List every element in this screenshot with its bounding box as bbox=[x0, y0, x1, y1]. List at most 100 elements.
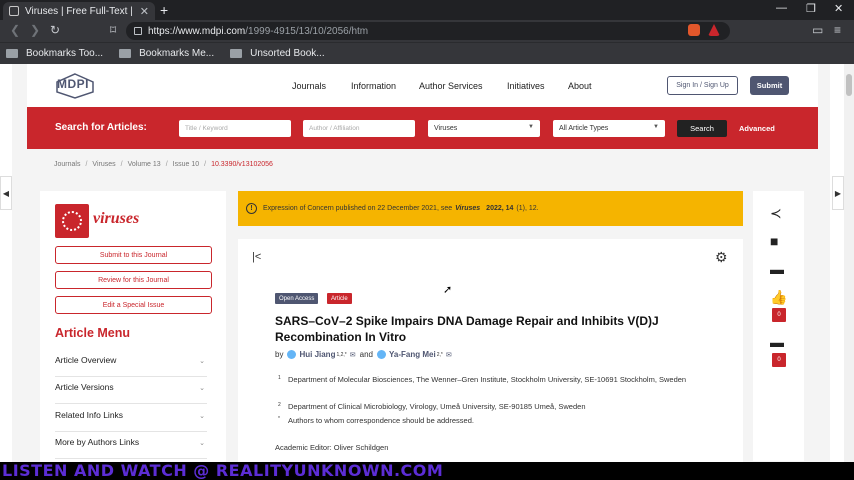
comment-icon[interactable]: ▬ bbox=[770, 261, 784, 277]
author-2[interactable]: Ya-Fang Mei bbox=[389, 350, 436, 359]
advanced-search-link[interactable]: Advanced bbox=[739, 124, 775, 133]
menu-related-info-links[interactable]: Related Info Links ⌄ bbox=[55, 410, 207, 432]
alert-ref[interactable]: 2022, 14 bbox=[486, 205, 513, 212]
reload-icon[interactable]: ↻ bbox=[50, 23, 60, 37]
academic-editor: Academic Editor: Oliver Schildgen bbox=[275, 443, 389, 452]
author-line: by Hui Jiang 1,2,* ✉ and Ya-Fang Mei 2,*… bbox=[275, 350, 452, 359]
review-for-journal-button[interactable]: Review for this Journal bbox=[55, 271, 212, 289]
left-arrow-icon[interactable]: ◀ bbox=[0, 176, 12, 210]
url-host: https://www.mdpi.com bbox=[148, 25, 246, 37]
tab-close-icon[interactable]: ✕ bbox=[140, 5, 149, 18]
breadcrumb-issue[interactable]: Issue 10 bbox=[173, 161, 199, 168]
nav-information[interactable]: Information bbox=[351, 81, 396, 91]
email-icon[interactable]: ✉ bbox=[350, 351, 356, 359]
web-page: ◀ ▶ MDPI Journals Information Author Ser… bbox=[0, 64, 854, 462]
minimize-icon[interactable]: — bbox=[776, 2, 787, 14]
email-icon[interactable]: ✉ bbox=[446, 351, 452, 359]
wallet-icon[interactable]: ▭ bbox=[812, 23, 823, 37]
back-icon[interactable]: ❮ bbox=[10, 23, 20, 37]
author-affiliation-input[interactable]: Author / Affiliation bbox=[303, 120, 415, 137]
breadcrumb-viruses[interactable]: Viruses bbox=[92, 161, 115, 168]
folder-icon bbox=[6, 49, 18, 58]
bookmark-folder[interactable]: Bookmarks Me... bbox=[119, 48, 214, 59]
gear-icon[interactable]: ⚙ bbox=[715, 249, 728, 266]
restore-icon[interactable]: ❐ bbox=[806, 2, 816, 15]
scrollbar-thumb[interactable] bbox=[846, 74, 852, 96]
edit-special-issue-button[interactable]: Edit a Special Issue bbox=[55, 296, 212, 314]
mdpi-logo[interactable]: MDPI bbox=[55, 73, 95, 99]
chevron-down-icon: ⌄ bbox=[199, 413, 205, 420]
url-path: /1999-4915/13/10/2056/htm bbox=[245, 25, 369, 37]
journal-select[interactable]: Viruses ▼ bbox=[428, 120, 540, 137]
bookmark-folder[interactable]: Unsorted Book... bbox=[230, 48, 325, 59]
folder-icon bbox=[230, 49, 243, 58]
journal-sidebar: viruses Submit to this Journal Review fo… bbox=[40, 191, 226, 462]
promo-banner: LISTEN AND WATCH @ REALITYUNKNOWN.COM bbox=[0, 461, 854, 480]
menu-article-overview[interactable]: Article Overview ⌄ bbox=[55, 355, 207, 377]
left-gutter bbox=[0, 64, 12, 462]
comments-icon[interactable]: ▬ bbox=[770, 334, 784, 350]
submit-to-journal-button[interactable]: Submit to this Journal bbox=[55, 246, 212, 264]
collapse-sidebar-icon[interactable]: |< bbox=[252, 251, 261, 263]
chevron-down-icon: ▼ bbox=[653, 124, 659, 130]
folder-icon bbox=[119, 49, 132, 58]
comment-count: 0 bbox=[772, 353, 786, 367]
menu-icon[interactable]: ≡ bbox=[834, 23, 841, 37]
open-access-badge: Open Access bbox=[275, 293, 319, 304]
like-count: 0 bbox=[772, 308, 786, 322]
bookmarks-bar: Bookmarks Too... Bookmarks Me... Unsorte… bbox=[0, 42, 854, 64]
window-close-icon[interactable]: ✕ bbox=[834, 2, 843, 15]
article-type-select[interactable]: All Article Types ▼ bbox=[553, 120, 665, 137]
browser-tab-bar: Viruses | Free Full-Text | S ✕ + — ❐ ✕ bbox=[0, 0, 854, 20]
like-icon[interactable]: 👍 bbox=[770, 289, 787, 306]
breadcrumb: Journals / Viruses / Volume 13/ Issue 10/ … bbox=[54, 161, 273, 168]
orcid-icon bbox=[287, 350, 297, 359]
report-icon[interactable]: ■ bbox=[770, 233, 778, 249]
article-menu-title: Article Menu bbox=[55, 326, 131, 340]
scrollbar[interactable] bbox=[844, 64, 854, 462]
affiliation-1: 1 Department of Molecular Biosciences, T… bbox=[278, 375, 687, 384]
browser-tab[interactable]: Viruses | Free Full-Text | S ✕ bbox=[3, 2, 155, 20]
forward-icon[interactable]: ❯ bbox=[30, 23, 40, 37]
search-bar: Search for Articles: Title / Keyword Aut… bbox=[27, 107, 818, 149]
brave-shield-icon[interactable] bbox=[688, 24, 700, 36]
favicon-icon bbox=[9, 6, 19, 16]
journal-name: viruses bbox=[93, 210, 140, 227]
right-arrow-icon[interactable]: ▶ bbox=[832, 176, 844, 210]
bookmark-folder[interactable]: Bookmarks Too... bbox=[6, 48, 103, 59]
menu-article-versions[interactable]: Article Versions ⌄ bbox=[55, 382, 207, 404]
breadcrumb-journals[interactable]: Journals bbox=[54, 161, 80, 168]
nav-initiatives[interactable]: Initiatives bbox=[507, 81, 545, 91]
search-button[interactable]: Search bbox=[677, 120, 727, 137]
affiliation-2: 2 Department of Clinical Microbiology, V… bbox=[278, 402, 586, 411]
address-bar[interactable]: https://www.mdpi.com /1999-4915/13/10/20… bbox=[126, 22, 730, 40]
alert-journal[interactable]: Viruses bbox=[455, 205, 480, 212]
search-label: Search for Articles: bbox=[55, 122, 147, 133]
bookmark-icon[interactable]: ⌑ bbox=[110, 23, 116, 37]
title-keyword-input[interactable]: Title / Keyword bbox=[179, 120, 291, 137]
site-header: MDPI Journals Information Author Service… bbox=[27, 64, 818, 107]
browser-toolbar: ❮ ❯ ↻ ⌑ https://www.mdpi.com /1999-4915/… bbox=[0, 20, 854, 42]
lock-icon bbox=[134, 27, 142, 35]
author-1[interactable]: Hui Jiang bbox=[299, 350, 335, 359]
tab-title: Viruses | Free Full-Text | S bbox=[25, 5, 136, 17]
submit-button[interactable]: Submit bbox=[750, 76, 789, 95]
nav-author-services[interactable]: Author Services bbox=[419, 81, 483, 91]
nav-about[interactable]: About bbox=[568, 81, 592, 91]
sign-in-button[interactable]: Sign In / Sign Up bbox=[667, 76, 738, 95]
share-icon[interactable]: ≺ bbox=[770, 205, 782, 222]
breadcrumb-doi: 10.3390/v13102056 bbox=[211, 161, 273, 168]
breadcrumb-volume[interactable]: Volume 13 bbox=[128, 161, 161, 168]
new-tab-button[interactable]: + bbox=[160, 2, 168, 18]
article-title: SARS–CoV–2 Spike Impairs DNA Damage Repa… bbox=[275, 314, 659, 344]
menu-more-by-authors[interactable]: More by Authors Links ⌄ bbox=[55, 437, 207, 459]
orcid-icon bbox=[377, 350, 386, 359]
info-icon: ! bbox=[246, 203, 257, 214]
mouse-cursor-icon: ➚ bbox=[443, 284, 453, 296]
nav-journals[interactable]: Journals bbox=[292, 81, 326, 91]
share-sidebar: ≺ ■ ▬ 👍 0 ▬ 0 bbox=[753, 191, 804, 461]
expression-of-concern-alert: ! Expression of Concern published on 22 … bbox=[238, 191, 743, 226]
article-type-badge: Article bbox=[327, 293, 352, 304]
chevron-down-icon: ▼ bbox=[528, 124, 534, 130]
chevron-down-icon: ⌄ bbox=[199, 440, 205, 447]
